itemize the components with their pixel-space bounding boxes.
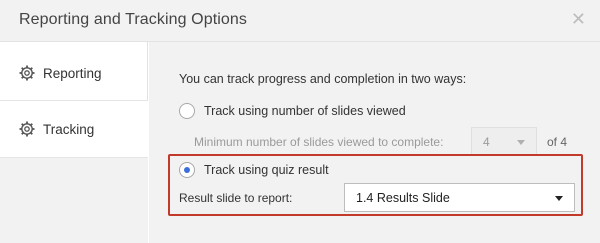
result-slide-select[interactable]: 1.4 Results Slide (344, 183, 575, 212)
gear-icon (19, 121, 35, 137)
track-quiz-label[interactable]: Track using quiz result (204, 163, 329, 177)
min-slides-total: of 4 (547, 135, 568, 149)
chevron-down-icon (555, 196, 563, 201)
sidebar-item-label: Reporting (43, 65, 102, 81)
result-slide-value: 1.4 Results Slide (356, 191, 450, 205)
tracking-intro-text: You can track progress and completion in… (179, 72, 467, 86)
min-slides-label: Minimum number of slides viewed to compl… (194, 135, 444, 149)
gear-icon (19, 65, 35, 81)
sidebar-item-tracking[interactable]: Tracking (0, 100, 148, 158)
close-icon[interactable]: ✕ (571, 10, 586, 28)
dialog-title: Reporting and Tracking Options (19, 11, 248, 28)
track-quiz-radio[interactable] (179, 162, 195, 178)
sidebar-item-label: Tracking (43, 121, 95, 137)
chevron-down-icon (517, 140, 525, 145)
result-slide-label: Result slide to report: (179, 191, 293, 205)
sidebar: Reporting Tracking (0, 42, 148, 243)
min-slides-select: 4 (471, 127, 537, 155)
sidebar-item-reporting[interactable]: Reporting (0, 44, 148, 102)
dialog-titlebar: Reporting and Tracking Options ✕ (0, 0, 600, 42)
track-slides-label[interactable]: Track using number of slides viewed (204, 104, 406, 118)
track-slides-radio[interactable] (179, 103, 195, 119)
sidebar-empty-area (0, 158, 148, 243)
min-slides-value: 4 (483, 135, 490, 149)
